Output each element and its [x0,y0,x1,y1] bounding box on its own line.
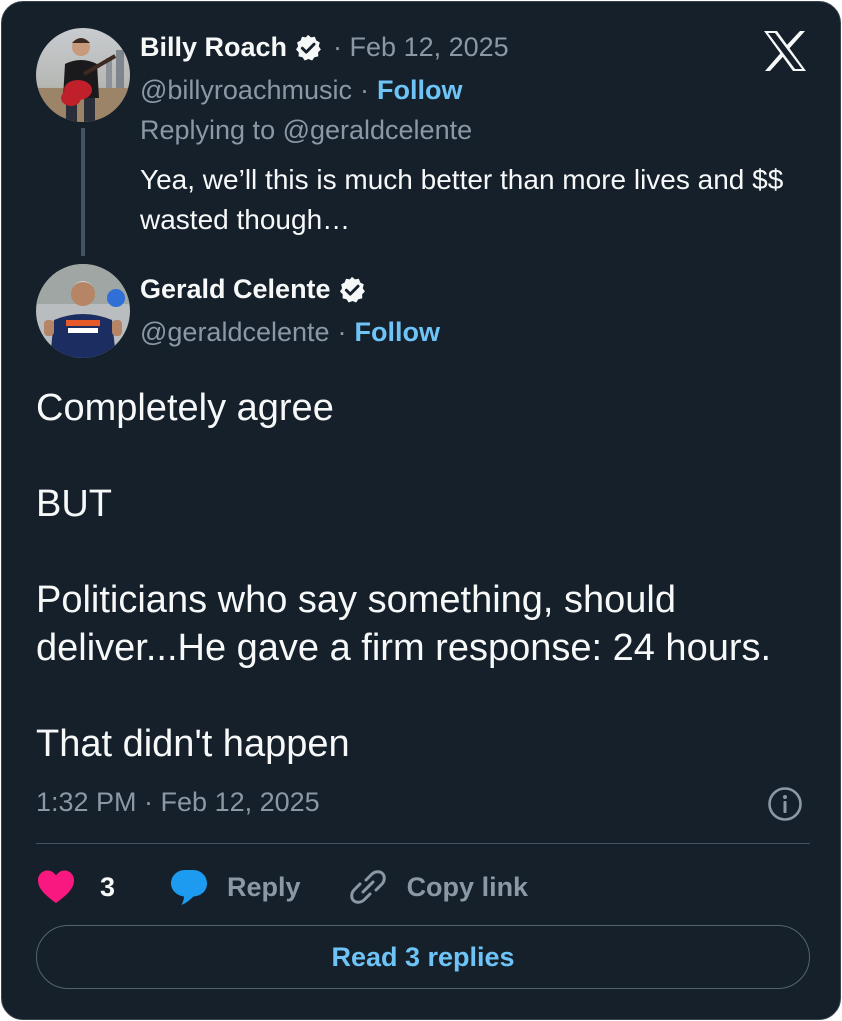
follow-button[interactable]: Follow [355,317,440,348]
reply-author-row: Billy Roach · Feb 12, 2025 [140,32,509,63]
replying-to-label: Replying to @geraldcelente [140,115,473,145]
info-icon[interactable] [767,786,803,827]
follow-button[interactable]: Follow [377,75,462,106]
verified-badge-icon [337,275,367,305]
reply-author-name[interactable]: Billy Roach [140,32,287,63]
main-tweet-body: Completely agree BUT Politicians who say… [36,387,772,765]
reply-tweet-text: Yea, we’ll this is much better than more… [140,164,784,235]
gerald-celente-avatar[interactable] [36,264,130,358]
reply-date[interactable]: · Feb 12, 2025 [333,32,509,63]
reply-author-handle[interactable]: @billyroachmusic [140,75,352,106]
x-logo-icon[interactable] [762,30,808,77]
tweet-timestamp[interactable]: 1:32 PM · Feb 12, 2025 [36,787,320,818]
verified-badge-icon [293,33,323,63]
speech-bubble-icon [169,868,209,906]
heart-icon [36,869,76,905]
copy-link-label: Copy link [406,871,529,902]
reply-handle-row: @billyroachmusic · Follow [140,75,462,106]
separator-dot: · [359,75,369,105]
like-count: 3 [100,871,116,902]
tweet-embed-card: Billy Roach · Feb 12, 2025 @billyroachmu… [1,1,841,1020]
billy-roach-avatar[interactable] [36,28,130,122]
read-replies-label: Read 3 replies [331,941,515,972]
read-replies-button[interactable]: Read 3 replies [36,925,810,989]
copy-link-button[interactable]: Copy link [349,868,529,906]
thread-connector-line [81,128,85,256]
main-handle-row: @geraldcelente · Follow [140,317,440,348]
like-button[interactable]: 3 [36,869,115,905]
main-author-row: Gerald Celente [140,274,367,305]
action-bar: 3 Reply Copy link [36,864,528,910]
main-author-handle[interactable]: @geraldcelente [140,317,330,348]
divider [36,843,810,844]
reply-label: Reply [227,871,301,902]
main-author-name[interactable]: Gerald Celente [140,274,331,305]
main-tweet-text: Completely agree BUT Politicians who say… [36,384,816,768]
separator-dot: · [337,317,347,347]
reply-button[interactable]: Reply [169,868,301,906]
link-icon [349,868,387,906]
